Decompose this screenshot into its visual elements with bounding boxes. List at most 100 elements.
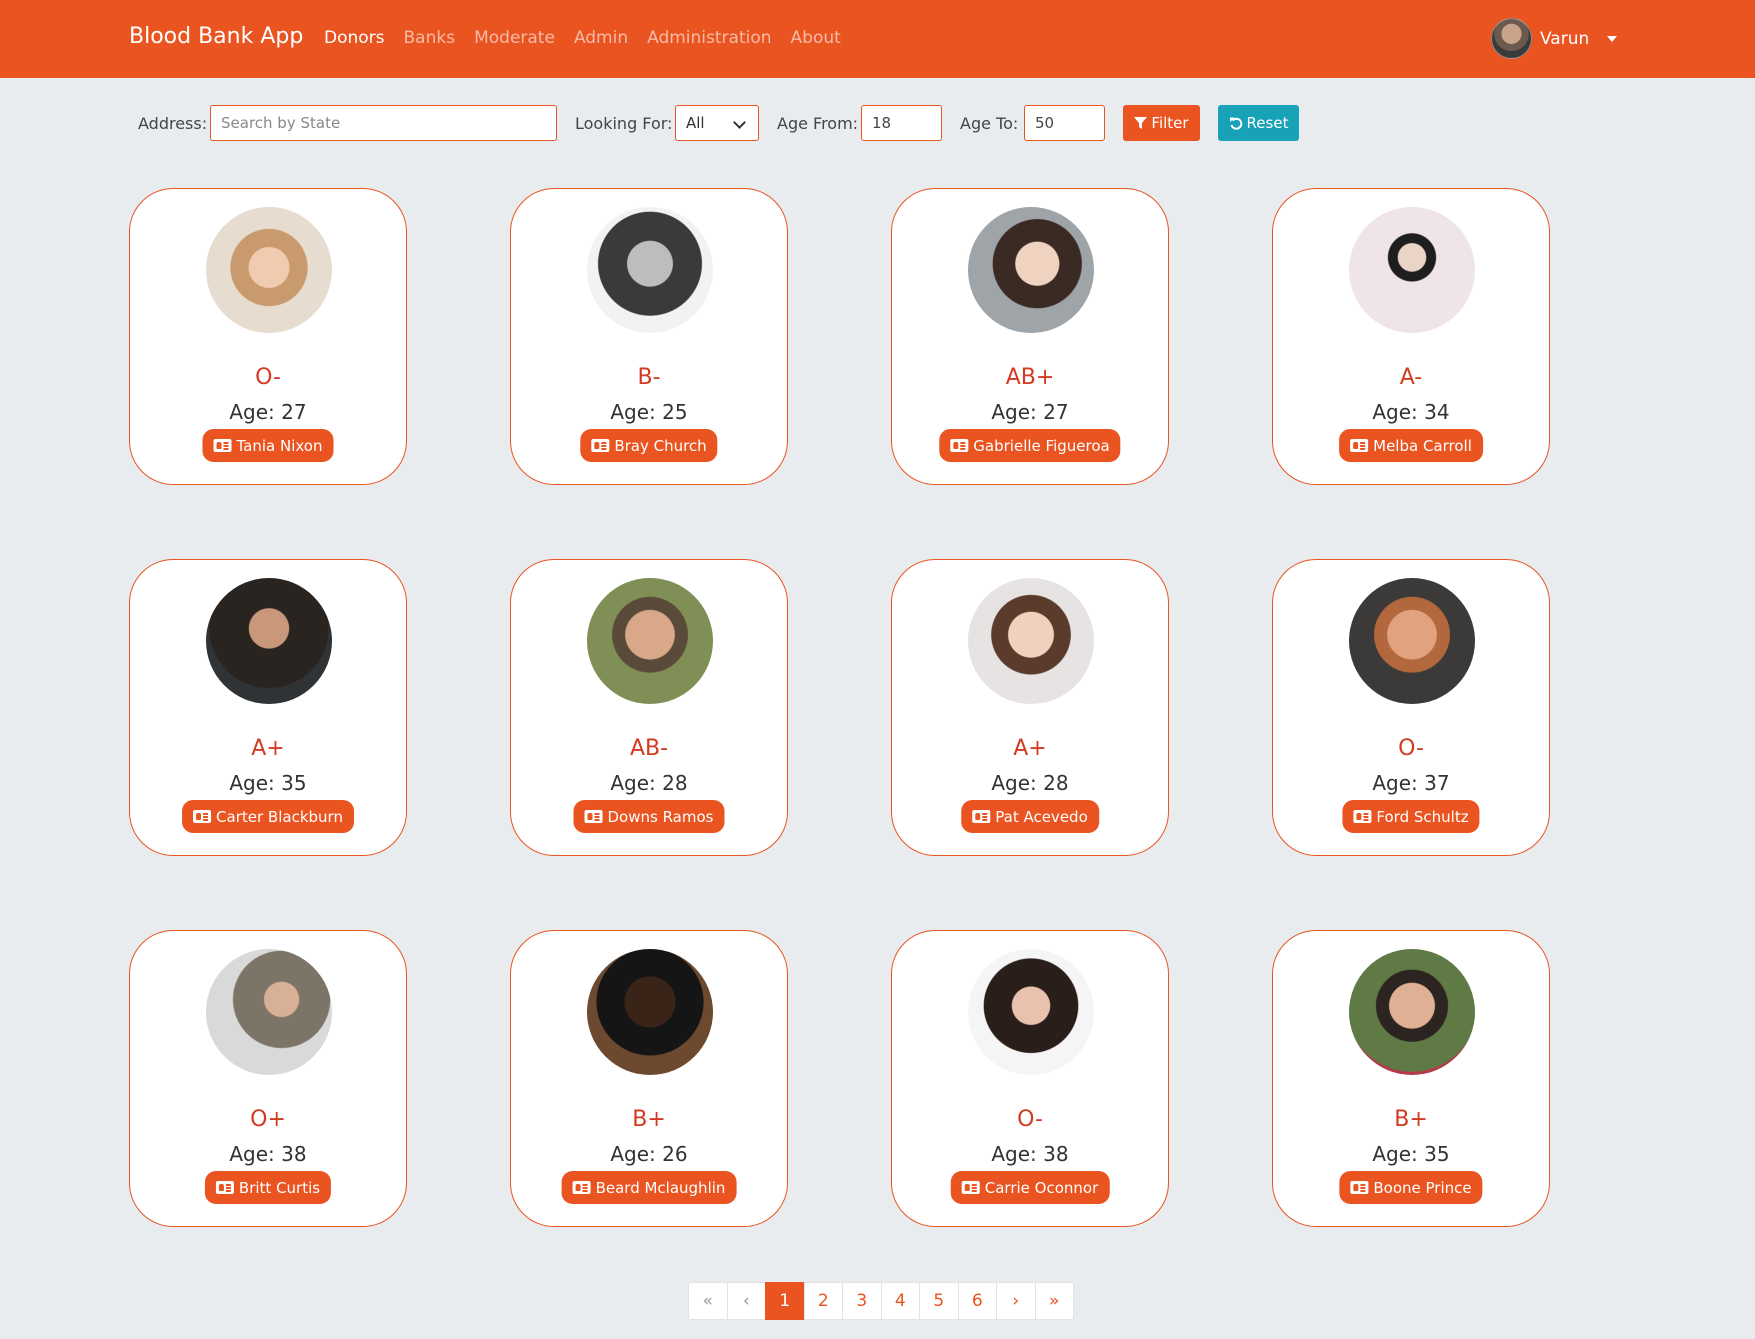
filter-icon <box>1134 116 1148 129</box>
donor-name: Bray Church <box>614 436 707 455</box>
donor-name: Downs Ramos <box>607 807 714 826</box>
id-card-icon <box>961 1181 980 1194</box>
donor-name-button[interactable]: Boone Prince <box>1339 1171 1483 1204</box>
page-next-button[interactable]: › <box>996 1282 1036 1320</box>
nav-item-donors[interactable]: Donors <box>324 28 385 48</box>
id-card-icon <box>591 439 610 452</box>
donor-card: O- Age: 37 Ford Schultz <box>1272 559 1550 856</box>
nav-links: Donors Banks Moderate Admin Administrati… <box>324 28 841 48</box>
id-card-icon <box>215 1181 234 1194</box>
page-4-button[interactable]: 4 <box>880 1282 920 1320</box>
id-card-icon <box>572 1181 591 1194</box>
donor-card: B+ Age: 35 Boone Prince <box>1272 930 1550 1227</box>
donor-card: A+ Age: 35 Carter Blackburn <box>129 559 407 856</box>
id-card-icon <box>1353 810 1372 823</box>
donor-photo <box>1349 578 1475 704</box>
donor-name-button[interactable]: Carrie Oconnor <box>950 1171 1110 1204</box>
donor-card: O+ Age: 38 Britt Curtis <box>129 930 407 1227</box>
donor-photo <box>587 578 713 704</box>
donor-blood-group: AB+ <box>1005 365 1055 390</box>
looking-for-select[interactable]: All <box>675 105 759 141</box>
top-navbar: Blood Bank App Donors Banks Moderate Adm… <box>0 0 1755 78</box>
donor-blood-group: A+ <box>1013 736 1047 761</box>
donor-photo <box>1349 949 1475 1075</box>
donor-blood-group: B+ <box>1394 1107 1428 1132</box>
donor-card: O- Age: 27 Tania Nixon <box>129 188 407 485</box>
donor-blood-group: O- <box>1398 736 1424 761</box>
donor-blood-group: B+ <box>632 1107 666 1132</box>
age-to-label: Age To: <box>960 114 1019 133</box>
donor-age: Age: 28 <box>991 771 1069 795</box>
donor-age: Age: 38 <box>229 1142 307 1166</box>
app-brand[interactable]: Blood Bank App <box>129 24 303 49</box>
page-1-button[interactable]: 1 <box>765 1282 805 1320</box>
donor-name: Carrie Oconnor <box>984 1178 1099 1197</box>
donor-name-button[interactable]: Tania Nixon <box>202 429 334 462</box>
donor-blood-group: O- <box>255 365 281 390</box>
donor-name-button[interactable]: Pat Acevedo <box>961 800 1099 833</box>
page-2-button[interactable]: 2 <box>803 1282 843 1320</box>
donor-name-button[interactable]: Gabrielle Figueroa <box>939 429 1121 462</box>
nav-item-about[interactable]: About <box>791 28 841 48</box>
user-name: Varun <box>1540 28 1590 49</box>
nav-item-admin[interactable]: Admin <box>574 28 628 48</box>
user-menu[interactable]: Varun <box>1491 18 1618 59</box>
reset-button[interactable]: Reset <box>1218 105 1299 141</box>
donor-card: B+ Age: 26 Beard Mclaughlin <box>510 930 788 1227</box>
donor-name: Britt Curtis <box>238 1178 321 1197</box>
donor-name: Pat Acevedo <box>995 807 1088 826</box>
pagination: « ‹ 1 2 3 4 5 6 › » <box>688 1282 1074 1320</box>
donor-name-button[interactable]: Carter Blackburn <box>182 800 354 833</box>
page-prev-button[interactable]: ‹ <box>726 1282 766 1320</box>
donor-name: Tania Nixon <box>236 436 323 455</box>
donor-photo <box>968 207 1094 333</box>
donor-name-button[interactable]: Bray Church <box>580 429 718 462</box>
age-from-label: Age From: <box>777 114 859 133</box>
donor-age: Age: 27 <box>229 400 307 424</box>
page-first-button[interactable]: « <box>688 1282 728 1320</box>
filter-button-label: Filter <box>1151 114 1189 132</box>
donor-name-button[interactable]: Beard Mclaughlin <box>561 1171 737 1204</box>
donor-name: Carter Blackburn <box>216 807 343 826</box>
nav-item-moderate[interactable]: Moderate <box>474 28 555 48</box>
reset-button-label: Reset <box>1246 114 1289 132</box>
donor-photo <box>206 207 332 333</box>
donor-photo <box>587 949 713 1075</box>
donor-name-button[interactable]: Britt Curtis <box>204 1171 332 1204</box>
donor-age: Age: 34 <box>1372 400 1450 424</box>
id-card-icon <box>1350 1181 1369 1194</box>
address-search-input[interactable] <box>210 105 557 141</box>
donor-photo <box>968 949 1094 1075</box>
looking-for-value: All <box>686 114 705 132</box>
nav-item-banks[interactable]: Banks <box>404 28 456 48</box>
id-card-icon <box>1350 439 1369 452</box>
donor-name: Melba Carroll <box>1373 436 1472 455</box>
user-avatar <box>1491 18 1532 59</box>
donor-blood-group: A- <box>1399 365 1423 390</box>
donor-name: Gabrielle Figueroa <box>973 436 1110 455</box>
donor-age: Age: 27 <box>991 400 1069 424</box>
donor-age: Age: 35 <box>1372 1142 1450 1166</box>
page-6-button[interactable]: 6 <box>957 1282 997 1320</box>
donor-age: Age: 37 <box>1372 771 1450 795</box>
nav-item-administration[interactable]: Administration <box>647 28 771 48</box>
donor-photo <box>1349 207 1475 333</box>
donor-name-button[interactable]: Melba Carroll <box>1339 429 1483 462</box>
donor-name-button[interactable]: Downs Ramos <box>573 800 725 833</box>
id-card-icon <box>950 439 969 452</box>
donor-name-button[interactable]: Ford Schultz <box>1342 800 1480 833</box>
filter-button[interactable]: Filter <box>1123 105 1200 141</box>
age-to-input[interactable] <box>1024 105 1105 141</box>
donor-name: Beard Mclaughlin <box>595 1178 726 1197</box>
page-last-button[interactable]: » <box>1034 1282 1074 1320</box>
page-3-button[interactable]: 3 <box>842 1282 882 1320</box>
age-from-input[interactable] <box>861 105 942 141</box>
donor-card: A+ Age: 28 Pat Acevedo <box>891 559 1169 856</box>
donor-photo <box>587 207 713 333</box>
donor-photo <box>206 578 332 704</box>
donor-age: Age: 38 <box>991 1142 1069 1166</box>
donor-card: O- Age: 38 Carrie Oconnor <box>891 930 1169 1227</box>
donor-grid: O- Age: 27 Tania Nixon B- Age: 25 Bray C… <box>129 188 1550 1228</box>
page-5-button[interactable]: 5 <box>919 1282 959 1320</box>
id-card-icon <box>193 810 212 823</box>
